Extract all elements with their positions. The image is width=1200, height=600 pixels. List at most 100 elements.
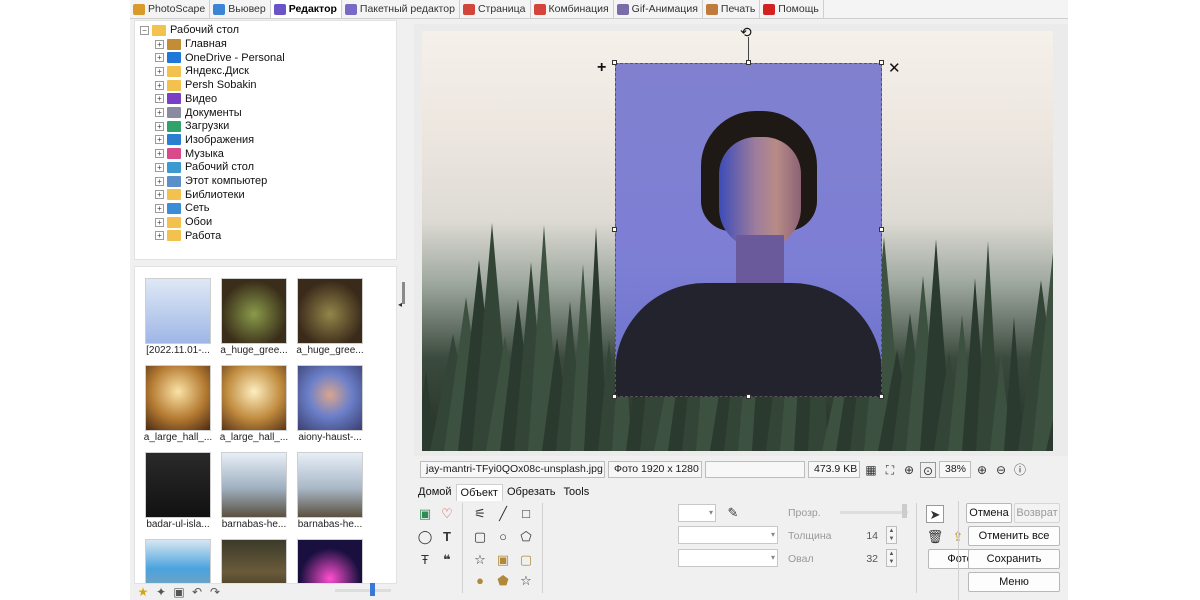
line-style-dropdown[interactable]: ▾ (678, 526, 778, 544)
folder-open-icon[interactable]: ▣ (172, 585, 186, 599)
trash-icon[interactable]: 🗑 (926, 528, 944, 546)
filled-star-tool-icon[interactable]: ☆ (517, 572, 535, 590)
object-selection-box[interactable] (615, 63, 882, 397)
thumbnail[interactable] (297, 539, 363, 583)
opacity-slider-thumb[interactable] (902, 504, 907, 518)
tree-item[interactable]: + Загрузки (155, 119, 229, 133)
resize-handle-s[interactable] (746, 394, 751, 399)
rotate-icon[interactable]: ⟲ (740, 24, 752, 41)
thumbnail[interactable] (297, 278, 363, 344)
editor-tab-1[interactable]: Объект (455, 484, 503, 501)
insert-photo-icon[interactable]: ▣ (416, 505, 434, 523)
speech-balloon-icon[interactable]: ◯ (416, 528, 434, 546)
editor-tab-3[interactable]: Tools (560, 484, 594, 501)
text-tool-icon[interactable]: T (438, 528, 456, 546)
redo-nav-icon[interactable]: ↷ (208, 585, 222, 599)
tab-5[interactable]: Комбинация (531, 0, 614, 18)
oval-spinner[interactable]: ▲ ▼ (886, 549, 897, 567)
thumbnail-size-slider[interactable] (335, 589, 391, 592)
resize-handle-nw[interactable] (612, 60, 617, 65)
rectangle-tool-icon[interactable]: □ (517, 505, 535, 523)
zoom-actual-icon[interactable]: ⊙ (920, 461, 936, 478)
favorites-list-icon[interactable]: ✦ (154, 585, 168, 599)
expand-icon[interactable]: + (155, 80, 164, 90)
select-pointer-icon[interactable]: ➤ (926, 505, 944, 523)
circle-tool-icon[interactable]: ○ (494, 528, 512, 546)
tree-item[interactable]: + Документы (155, 106, 242, 120)
expand-icon[interactable]: + (155, 203, 164, 213)
transparency-icon[interactable]: ▦ (863, 462, 879, 478)
resize-handle-n[interactable] (746, 60, 751, 65)
delete-object-icon[interactable]: ✕ (888, 59, 901, 77)
collapse-icon[interactable]: − (140, 25, 149, 35)
tree-item[interactable]: + Обои (155, 215, 212, 229)
tab-2[interactable]: Редактор (270, 0, 342, 18)
line-tool-icon[interactable]: ╱ (494, 505, 512, 523)
insert-icon-icon[interactable]: ♡ (438, 505, 456, 523)
tree-item[interactable]: + Рабочий стол (155, 160, 254, 174)
thumbnail[interactable] (297, 365, 363, 431)
expand-icon[interactable]: + (155, 162, 164, 172)
undo-nav-icon[interactable]: ↶ (190, 585, 204, 599)
thumbnail-browser[interactable]: [2022.11.01-... a_huge_gree... a_huge_gree… (134, 266, 397, 584)
expand-icon[interactable]: + (155, 121, 164, 131)
thumbnail[interactable] (221, 365, 287, 431)
expand-icon[interactable]: + (155, 190, 164, 200)
tab-3[interactable]: Пакетный редактор (342, 0, 460, 18)
favorite-icon[interactable]: ★ (136, 585, 150, 599)
eyedropper-icon[interactable]: ✎ (724, 504, 742, 522)
expand-icon[interactable]: + (155, 94, 164, 104)
filled-pentagon-tool-icon[interactable]: ⬟ (494, 572, 512, 590)
thumbnail[interactable] (145, 452, 211, 518)
editor-tab-2[interactable]: Обрезать (503, 484, 560, 501)
filled-circle-tool-icon[interactable]: ● (471, 572, 489, 590)
tree-item[interactable]: + Видео (155, 92, 217, 106)
filled-rounded-tool-icon[interactable]: ▢ (517, 551, 535, 569)
expand-icon[interactable]: + (155, 39, 164, 49)
tab-6[interactable]: Gif-Анимация (614, 0, 703, 18)
oval-value[interactable]: 32 (852, 553, 878, 565)
tab-0[interactable]: PhotoScape (130, 0, 211, 18)
tab-8[interactable]: Помощь (760, 0, 824, 18)
tree-item[interactable]: + Persh Sobakin (155, 78, 257, 92)
tree-item[interactable]: + Главная (155, 37, 227, 51)
tree-item[interactable]: + Работа (155, 229, 221, 243)
undo-button[interactable]: Отмена (966, 503, 1012, 523)
expand-icon[interactable]: + (155, 53, 164, 63)
tab-4[interactable]: Страница (460, 0, 531, 18)
expand-icon[interactable]: + (155, 217, 164, 227)
resize-handle-sw[interactable] (612, 394, 617, 399)
expand-icon[interactable]: + (155, 66, 164, 76)
thumbnail[interactable] (297, 452, 363, 518)
expand-icon[interactable]: + (155, 135, 164, 145)
thumbnail[interactable] (145, 539, 211, 583)
info-icon[interactable]: ⓘ (1012, 462, 1028, 478)
star-tool-icon[interactable]: ☆ (471, 551, 489, 569)
expand-icon[interactable]: + (155, 231, 164, 241)
thumbnail-size-slider-thumb[interactable] (370, 583, 375, 596)
resize-handle-se[interactable] (879, 394, 884, 399)
pentagon-tool-icon[interactable]: ⬠ (517, 528, 535, 546)
thumbnail[interactable] (145, 365, 211, 431)
tab-1[interactable]: Вьювер (210, 0, 271, 18)
zoom-out-icon[interactable]: ⊖ (993, 462, 1009, 478)
color-picker-dropdown[interactable]: ▾ (678, 504, 716, 522)
thickness-spinner[interactable]: ▲ ▼ (886, 526, 897, 544)
tree-item[interactable]: + Изображения (155, 133, 254, 147)
tree-item[interactable]: + OneDrive - Personal (155, 51, 285, 65)
folder-tree[interactable]: − Рабочий стол + Главная + OneDrive - Perso… (134, 20, 397, 260)
editor-tab-0[interactable]: Домой (414, 484, 456, 501)
thickness-value[interactable]: 14 (852, 530, 878, 542)
thumbnail[interactable] (221, 278, 287, 344)
fit-screen-icon[interactable]: ⛶ (882, 462, 898, 478)
fill-style-dropdown[interactable]: ▾ (678, 549, 778, 567)
undo-all-button[interactable]: Отменить все (968, 526, 1060, 546)
tree-item[interactable]: + Сеть (155, 201, 209, 215)
thumbnail[interactable] (221, 539, 287, 583)
tree-root[interactable]: − Рабочий стол (140, 23, 239, 37)
menu-button[interactable]: Меню (968, 572, 1060, 592)
zoom-in-icon[interactable]: ⊕ (974, 462, 990, 478)
resize-handle-ne[interactable] (879, 60, 884, 65)
resize-handle-w[interactable] (612, 227, 617, 232)
rounded-rect-tool-icon[interactable]: ▢ (471, 528, 489, 546)
